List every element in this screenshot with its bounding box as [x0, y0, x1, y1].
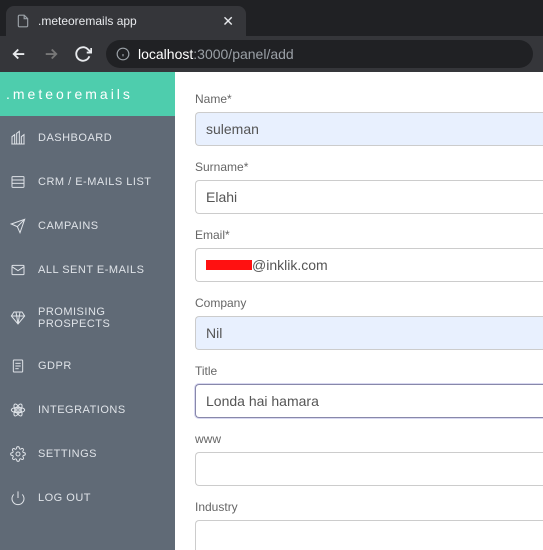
- url-host: localhost: [138, 46, 193, 62]
- reload-icon[interactable]: [74, 45, 92, 63]
- email-input[interactable]: @inklik.com: [195, 248, 543, 282]
- tab-bar: .meteoremails app ✕: [0, 0, 543, 36]
- sidebar-item-label: LOG OUT: [38, 492, 91, 504]
- industry-label: Industry: [195, 500, 543, 514]
- dashboard-icon: [10, 130, 26, 146]
- name-input[interactable]: [195, 112, 543, 146]
- surname-label: Surname*: [195, 160, 543, 174]
- sidebar: .meteoremails DASHBOARD CRM / E-MAILS LI…: [0, 72, 175, 550]
- gear-icon: [10, 446, 26, 462]
- list-icon: [10, 174, 26, 190]
- close-icon[interactable]: ✕: [220, 13, 236, 30]
- sidebar-item-gdpr[interactable]: GDPR: [0, 344, 175, 388]
- send-icon: [10, 218, 26, 234]
- sidebar-item-sent[interactable]: ALL SENT E-MAILS: [0, 248, 175, 292]
- company-label: Company: [195, 296, 543, 310]
- url-input[interactable]: localhost:3000/panel/add: [106, 40, 533, 68]
- brand-logo: .meteoremails: [0, 72, 175, 116]
- sidebar-item-campaigns[interactable]: CAMPAINS: [0, 204, 175, 248]
- diamond-icon: [10, 310, 26, 326]
- surname-input[interactable]: [195, 180, 543, 214]
- email-label: Email*: [195, 228, 543, 242]
- document-icon: [10, 358, 26, 374]
- redacted-text: [206, 260, 252, 270]
- info-icon: [116, 47, 130, 61]
- back-icon[interactable]: [10, 45, 28, 63]
- page-icon: [16, 14, 30, 28]
- company-input[interactable]: [195, 316, 543, 350]
- sidebar-item-logout[interactable]: LOG OUT: [0, 476, 175, 520]
- email-suffix: @inklik.com: [252, 257, 328, 273]
- browser-tab[interactable]: .meteoremails app ✕: [6, 6, 246, 36]
- sidebar-item-label: CRM / E-MAILS LIST: [38, 176, 152, 188]
- www-label: www: [195, 432, 543, 446]
- atom-icon: [10, 402, 26, 418]
- form-panel: Name* Surname* Email* @inklik.com Compan…: [175, 72, 543, 550]
- sidebar-item-integrations[interactable]: INTEGRATIONS: [0, 388, 175, 432]
- sidebar-item-label: GDPR: [38, 360, 72, 372]
- title-input[interactable]: [195, 384, 543, 418]
- tab-title: .meteoremails app: [38, 14, 220, 28]
- industry-input[interactable]: [195, 520, 543, 550]
- address-bar: localhost:3000/panel/add: [0, 36, 543, 72]
- www-input[interactable]: [195, 452, 543, 486]
- title-label: Title: [195, 364, 543, 378]
- sidebar-item-label: DASHBOARD: [38, 132, 112, 144]
- name-label: Name*: [195, 92, 543, 106]
- url-path: :3000/panel/add: [193, 46, 293, 62]
- mail-icon: [10, 262, 26, 278]
- forward-icon[interactable]: [42, 45, 60, 63]
- sidebar-item-label: INTEGRATIONS: [38, 404, 126, 416]
- sidebar-item-label: ALL SENT E-MAILS: [38, 264, 144, 276]
- sidebar-item-label: PROMISING PROSPECTS: [38, 306, 165, 330]
- sidebar-item-settings[interactable]: SETTINGS: [0, 432, 175, 476]
- power-icon: [10, 490, 26, 506]
- sidebar-item-crm[interactable]: CRM / E-MAILS LIST: [0, 160, 175, 204]
- sidebar-item-label: CAMPAINS: [38, 220, 99, 232]
- sidebar-item-dashboard[interactable]: DASHBOARD: [0, 116, 175, 160]
- sidebar-item-prospects[interactable]: PROMISING PROSPECTS: [0, 292, 175, 344]
- sidebar-item-label: SETTINGS: [38, 448, 97, 460]
